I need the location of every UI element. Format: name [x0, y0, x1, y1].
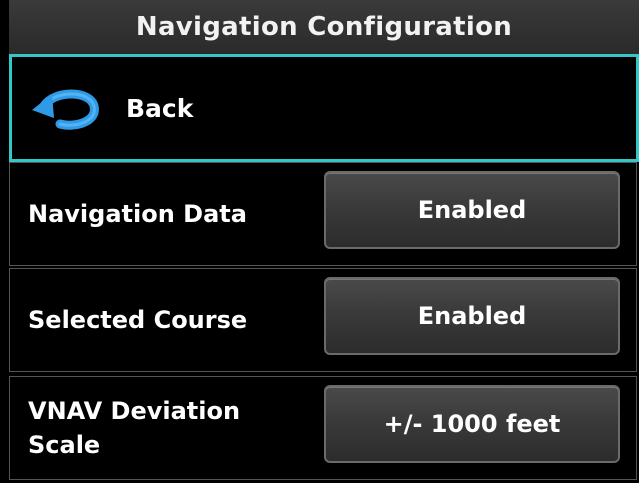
back-arrow-icon — [30, 84, 104, 132]
selected-course-button[interactable]: Enabled — [324, 277, 620, 355]
page-title: Navigation Configuration — [9, 0, 639, 55]
navigation-data-button[interactable]: Enabled — [324, 171, 620, 249]
back-button[interactable]: Back — [9, 54, 639, 162]
navigation-configuration-screen: Navigation Configuration Back Navigation… — [0, 0, 639, 483]
selected-course-label: Selected Course — [28, 306, 248, 334]
setting-row-navigation-data: Navigation Data Enabled — [9, 162, 637, 266]
setting-row-vnav-deviation-scale: VNAV Deviation Scale +/- 1000 feet — [9, 376, 637, 480]
setting-row-selected-course: Selected Course Enabled — [9, 268, 637, 372]
navigation-data-label: Navigation Data — [28, 200, 247, 228]
vnav-deviation-scale-button[interactable]: +/- 1000 feet — [324, 385, 620, 463]
back-label: Back — [126, 93, 194, 123]
vnav-deviation-scale-label: VNAV Deviation Scale — [28, 397, 241, 459]
